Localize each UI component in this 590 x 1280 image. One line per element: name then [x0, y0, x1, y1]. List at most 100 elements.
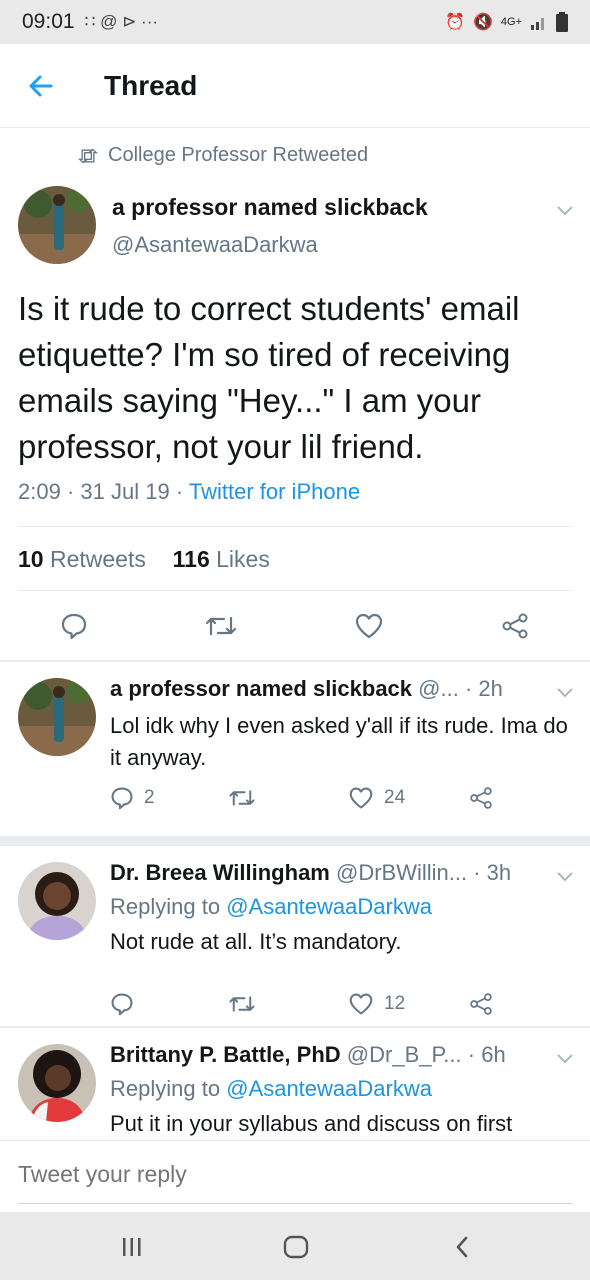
- page-title: Thread: [104, 69, 198, 101]
- likes-label: Likes: [216, 546, 270, 572]
- tweet-text: Is it rude to correct students' email et…: [18, 290, 520, 465]
- retweet-button[interactable]: [228, 994, 256, 1014]
- home-icon: [283, 1235, 309, 1259]
- reply-button[interactable]: 2: [110, 786, 155, 810]
- reply-button[interactable]: [60, 612, 88, 640]
- reply-header: Brittany P. Battle, PhD @Dr_B_P... · 6h: [110, 1042, 506, 1068]
- heart-icon: [349, 993, 373, 1015]
- replying-to: Replying to @AsantewaaDarkwa: [110, 1076, 432, 1102]
- likes-stat[interactable]: 116 Likes: [173, 546, 270, 572]
- avatar[interactable]: [18, 678, 96, 756]
- replying-to-label: Replying to: [110, 1076, 221, 1101]
- avatar[interactable]: [18, 862, 96, 940]
- chevron-left-icon: [456, 1236, 468, 1258]
- heart-icon: [355, 613, 383, 639]
- replying-to-label: Replying to: [110, 894, 221, 919]
- replying-to-mention[interactable]: @AsantewaaDarkwa: [226, 1076, 432, 1101]
- compose-underline: [18, 1203, 572, 1204]
- status-time: 09:01: [22, 10, 75, 33]
- recents-icon: [123, 1238, 141, 1256]
- share-button[interactable]: [468, 992, 494, 1016]
- retweeted-label: College Professor Retweeted: [108, 144, 369, 166]
- likes-count: 116: [172, 546, 210, 572]
- reply-input[interactable]: [18, 1161, 558, 1188]
- mute-icon: 🔇: [472, 14, 493, 31]
- retweet-button[interactable]: [204, 614, 238, 638]
- reply-author-handle[interactable]: @DrBWillin...: [336, 860, 467, 885]
- reply-time: · 3h: [473, 860, 512, 885]
- tweet-source-link[interactable]: Twitter for iPhone: [189, 479, 360, 504]
- compose-bar: [0, 1140, 590, 1212]
- retweets-label: Retweets: [49, 546, 146, 572]
- thread-content[interactable]: College Professor Retweeted a professor …: [0, 128, 590, 1140]
- share-button[interactable]: [500, 612, 530, 640]
- reply-button[interactable]: [110, 992, 134, 1016]
- reply-text: Lol idk why I even asked y'all if its ru…: [110, 713, 568, 770]
- reply-tweet[interactable]: Dr. Breea Willingham @DrBWillin... · 3h …: [0, 846, 590, 1026]
- retweet-icon: [78, 147, 98, 164]
- reply-author-name[interactable]: Dr. Breea Willingham: [110, 860, 330, 885]
- like-button[interactable]: 12: [348, 992, 405, 1016]
- tweet-meta: 2:09 · 31 Jul 19 · Twitter for iPhone: [18, 479, 361, 504]
- like-button[interactable]: [354, 612, 384, 640]
- reply-icon: [111, 787, 133, 810]
- reply-count: 2: [144, 787, 155, 808]
- tweet-time: 2:09: [18, 479, 61, 504]
- chevron-down-icon[interactable]: [555, 866, 575, 886]
- replying-to-mention[interactable]: @AsantewaaDarkwa: [226, 894, 432, 919]
- reply-author-name[interactable]: a professor named slickback: [110, 676, 412, 701]
- share-icon: [470, 993, 492, 1015]
- reply-tweet[interactable]: a professor named slickback @... · 2h Lo…: [0, 662, 590, 836]
- share-icon: [502, 613, 528, 639]
- retweet-button[interactable]: [228, 788, 256, 808]
- retweet-icon: [229, 996, 255, 1012]
- share-button[interactable]: [468, 786, 494, 810]
- home-button[interactable]: [276, 1232, 316, 1262]
- retweet-icon: [229, 790, 255, 806]
- recents-button[interactable]: [112, 1232, 152, 1262]
- avatar[interactable]: [18, 186, 96, 264]
- retweets-count: 10: [18, 546, 44, 572]
- like-button[interactable]: 24: [348, 786, 405, 810]
- system-nav-bar: [0, 1212, 590, 1280]
- reply-time: · 2h: [464, 676, 503, 701]
- reply-header: a professor named slickback @... · 2h: [110, 676, 503, 702]
- back-button[interactable]: [0, 44, 80, 128]
- chevron-down-icon[interactable]: [555, 1048, 575, 1068]
- reply-header: Dr. Breea Willingham @DrBWillin... · 3h: [110, 860, 511, 886]
- chevron-down-icon[interactable]: [555, 200, 575, 220]
- alarm-icon: ⏰: [445, 14, 465, 31]
- reply-author-name[interactable]: Brittany P. Battle, PhD: [110, 1042, 341, 1067]
- reply-icon: [111, 993, 133, 1016]
- reply-icon: [61, 613, 87, 640]
- like-count: 24: [384, 787, 406, 808]
- arrow-left-icon: [29, 75, 53, 96]
- avatar[interactable]: [18, 1044, 96, 1122]
- reply-author-handle[interactable]: @...: [418, 676, 459, 701]
- retweets-stat[interactable]: 10 Retweets: [18, 546, 146, 572]
- section-divider: [0, 836, 590, 846]
- divider: [18, 526, 572, 527]
- reply-author-handle[interactable]: @Dr_B_P...: [347, 1042, 462, 1067]
- tweet-date: 31 Jul 19: [80, 479, 170, 504]
- author-name[interactable]: a professor named slickback: [112, 194, 428, 221]
- reply-tweet[interactable]: Brittany P. Battle, PhD @Dr_B_P... · 6h …: [0, 1028, 590, 1140]
- status-bar: 09:01 ∷ @ ⊳ ··· ⏰ 🔇 4G+: [0, 0, 590, 44]
- app-header: Thread: [0, 44, 590, 128]
- reply-time: · 6h: [467, 1042, 506, 1067]
- battery-icon: [556, 12, 568, 32]
- replying-to: Replying to @AsantewaaDarkwa: [110, 894, 432, 920]
- reply-text: Put it in your syllabus and discuss on f…: [110, 1111, 513, 1136]
- chevron-down-icon[interactable]: [555, 682, 575, 702]
- author-handle[interactable]: @AsantewaaDarkwa: [112, 232, 318, 258]
- system-back-button[interactable]: [442, 1232, 482, 1262]
- tweet-stats: 10 Retweets 116 Likes: [18, 546, 270, 573]
- share-icon: [470, 787, 492, 809]
- signal-icon: [531, 18, 544, 30]
- retweeted-indicator: College Professor Retweeted: [78, 144, 368, 167]
- like-count: 12: [384, 993, 406, 1014]
- retweet-icon: [205, 616, 237, 636]
- notification-icons: ∷ @ ⊳ ···: [84, 12, 159, 31]
- reply-text: Not rude at all. It’s mandatory.: [110, 929, 402, 954]
- divider: [18, 590, 572, 591]
